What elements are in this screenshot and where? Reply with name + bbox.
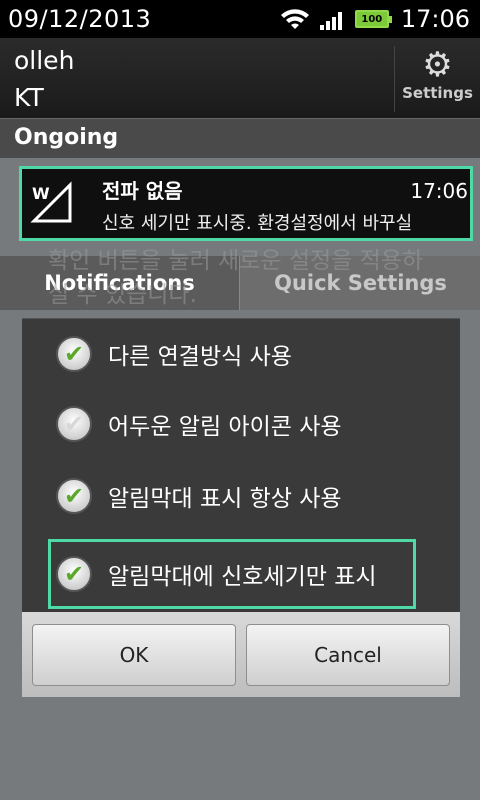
status-date: 09/12/2013 — [8, 5, 152, 33]
ongoing-header: Ongoing — [0, 118, 480, 158]
settings-dialog: ✔ 다른 연결방식 사용 ✔ 어두운 알림 아이콘 사용 ✔ 알림막대 표시 항… — [22, 318, 460, 697]
notification-body: 신호 세기만 표시중. 환경설정에서 바꾸실 — [102, 213, 413, 234]
cancel-button[interactable]: Cancel — [246, 623, 450, 686]
checkbox-checked-icon[interactable]: ✔ — [56, 336, 92, 372]
ok-button[interactable]: OK — [32, 623, 236, 686]
option-label: 다른 연결방식 사용 — [108, 344, 292, 370]
option-always-show-bar[interactable]: ✔ 알림막대 표시 항상 사용 — [22, 461, 460, 531]
option-other-connection[interactable]: ✔ 다른 연결방식 사용 — [22, 319, 460, 389]
svg-text:W: W — [32, 184, 50, 203]
carrier-line2: KT — [14, 83, 44, 112]
option-dark-icon[interactable]: ✔ 어두운 알림 아이콘 사용 — [22, 389, 460, 459]
battery-icon: 100 — [354, 10, 392, 28]
battery-level: 100 — [361, 13, 383, 25]
signal-icon — [319, 12, 342, 30]
option-label: 어두운 알림 아이콘 사용 — [108, 414, 342, 440]
status-icons: 100 — [279, 7, 392, 31]
option-label: 알림막대에 신호세기만 표시 — [108, 564, 377, 590]
carrier-area: olleh KT ⚙ Settings — [0, 38, 480, 118]
carrier-line1: olleh — [14, 46, 75, 75]
settings-button[interactable]: ⚙ Settings — [394, 46, 480, 112]
wifi-icon — [280, 9, 309, 29]
checkbox-checked-icon[interactable]: ✔ — [56, 556, 92, 592]
dialog-button-bar: OK Cancel — [22, 612, 460, 697]
notification-title: 전파 없음 — [102, 179, 183, 203]
background-message: 확인 버튼을 눌러 새로운 설정을 적용하실 수 있습니다. — [48, 248, 424, 308]
status-bar: 09/12/2013 100 17:06 — [0, 0, 480, 38]
option-label: 알림막대 표시 항상 사용 — [108, 486, 342, 512]
gear-icon: ⚙ — [422, 45, 453, 85]
checkbox-unchecked-icon[interactable]: ✔ — [56, 406, 92, 442]
checkbox-checked-icon[interactable]: ✔ — [56, 478, 92, 514]
ongoing-notification[interactable]: W 전파 없음 17:06 신호 세기만 표시중. 환경설정에서 바꾸실 — [19, 166, 473, 241]
signal-only-icon: W — [30, 181, 72, 223]
notification-time: 17:06 — [410, 179, 468, 203]
status-time: 17:06 — [400, 5, 470, 33]
settings-label: Settings — [402, 84, 473, 102]
option-signal-only[interactable]: ✔ 알림막대에 신호세기만 표시 — [48, 539, 416, 609]
